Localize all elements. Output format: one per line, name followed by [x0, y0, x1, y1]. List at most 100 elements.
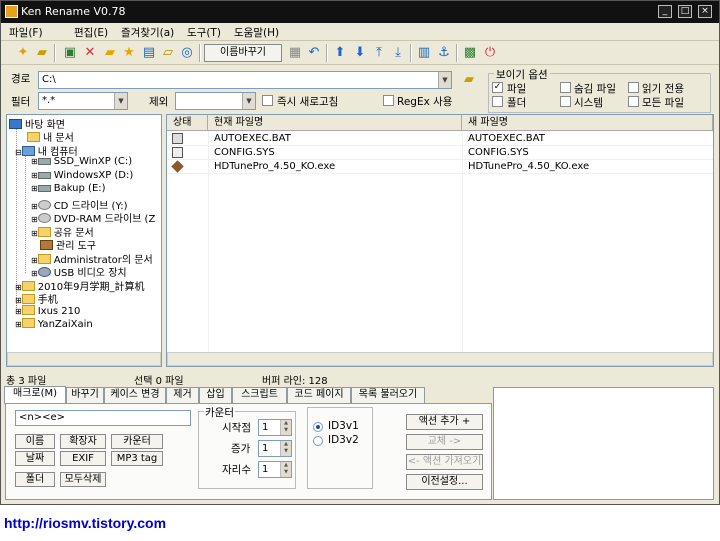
mp3-tag-button[interactable]: MP3 tag [111, 451, 163, 466]
column-status[interactable]: 상태 [167, 115, 208, 131]
previous-settings-button[interactable]: 이전설정... [406, 474, 483, 490]
circle-target-icon[interactable]: ◎ [179, 45, 195, 61]
tab-codepage[interactable]: 코드 페이지 [287, 387, 351, 403]
clear-all-button[interactable]: 모두삭제 [60, 472, 106, 487]
tree-item[interactable]: ⊞ SSD_WinXP (C:) [31, 156, 132, 167]
filter-combo[interactable]: *.* ▼ [38, 92, 128, 110]
instant-refresh-label: 즉시 새로고침 [277, 96, 339, 108]
maximize-icon[interactable]: □ [678, 5, 692, 18]
delete-icon[interactable]: ✕ [82, 45, 98, 61]
tree-item[interactable]: ⊞ WindowsXP (D:) [31, 170, 133, 181]
chevron-down-icon[interactable]: ▼ [438, 72, 451, 88]
menu-file[interactable]: 파일(F) [9, 25, 43, 40]
extension-button[interactable]: 확장자 [60, 434, 106, 449]
replace-action-button[interactable]: 교체 -> [406, 434, 483, 450]
column-current-name[interactable]: 현재 파일명 [208, 115, 462, 131]
counter-start-label: 시작점 [222, 422, 251, 434]
action-list[interactable] [493, 387, 714, 500]
move-down-icon[interactable]: ⬇ [352, 45, 368, 61]
tree-item[interactable]: ⊞ USB 비디오 장치 [31, 264, 127, 279]
show-readonly-label: 읽기 전용 [642, 83, 684, 95]
collapse-icon[interactable]: ⊟ [15, 148, 22, 157]
tree-item[interactable]: ⊞ YanZaiXain [15, 318, 93, 330]
table-row[interactable]: CONFIG.SYS CONFIG.SYS [167, 146, 713, 160]
minimize-icon[interactable]: _ [658, 5, 672, 18]
menu-tools[interactable]: 도구(T) [187, 25, 221, 40]
chevron-down-icon[interactable]: ▼ [242, 93, 255, 109]
columns-icon[interactable]: ▥ [416, 45, 432, 61]
new-folder-icon[interactable]: ✦ [15, 45, 31, 61]
rename-button[interactable]: 이름바꾸기 [204, 44, 282, 62]
id3v2-radio[interactable] [313, 436, 323, 446]
tab-case[interactable]: 케이스 변경 [104, 387, 166, 403]
show-folders-checkbox[interactable] [492, 96, 503, 107]
counter-step-spinner[interactable]: 1 ▲ ▼ [258, 440, 292, 457]
show-readonly-checkbox[interactable] [628, 82, 639, 93]
move-bottom-icon[interactable]: ⤓ [390, 45, 406, 61]
blog-url[interactable]: http://riosmv.tistory.com [4, 515, 166, 531]
show-system-checkbox[interactable] [560, 96, 571, 107]
folder-icon [21, 294, 35, 304]
counter-digits-spinner[interactable]: 1 ▲ ▼ [258, 461, 292, 478]
undo-icon[interactable]: ↶ [306, 45, 322, 61]
excel-icon[interactable]: ▩ [462, 45, 478, 61]
menu-favorites[interactable]: 즐겨찾기(a) [121, 25, 174, 40]
anchor-icon[interactable]: ⚓ [436, 45, 452, 61]
tree-item[interactable]: ⊞ 手机 [15, 291, 58, 306]
exif-button[interactable]: EXIF [60, 451, 106, 466]
tab-macro[interactable]: 매크로(M) [4, 386, 66, 404]
show-hidden-checkbox[interactable] [560, 82, 571, 93]
list-hscrollbar[interactable] [167, 352, 713, 366]
document-icon[interactable]: ▤ [141, 45, 157, 61]
spinner-arrows-icon[interactable]: ▲ ▼ [280, 441, 291, 456]
tree-item[interactable]: ⊞ DVD-RAM 드라이브 (Z [31, 210, 155, 225]
tree-hscrollbar[interactable] [7, 352, 161, 366]
menu-help[interactable]: 도움말(H) [234, 25, 279, 40]
show-files-checkbox[interactable]: ✓ [492, 82, 503, 93]
counter-start-spinner[interactable]: 1 ▲ ▼ [258, 419, 292, 436]
regex-checkbox[interactable] [383, 95, 394, 106]
folder-icon[interactable]: ▰ [102, 45, 118, 61]
date-button[interactable]: 날짜 [15, 451, 55, 466]
tab-script[interactable]: 스크립트 [232, 387, 287, 403]
table-row[interactable]: HDTunePro_4.50_KO.exe HDTunePro_4.50_KO.… [167, 160, 713, 174]
spinner-arrows-icon[interactable]: ▲ ▼ [280, 420, 291, 435]
browse-path-icon[interactable]: ▰ [461, 72, 477, 88]
id3v1-radio[interactable] [313, 422, 323, 432]
tab-remove[interactable]: 제거 [166, 387, 199, 403]
close-icon[interactable]: × [698, 5, 712, 18]
browse-folder-icon[interactable]: ▱ [160, 45, 176, 61]
tree-item[interactable]: 내 문서 [27, 129, 74, 144]
show-all-checkbox[interactable] [628, 96, 639, 107]
menu-edit[interactable]: 편집(E) [74, 25, 108, 40]
spinner-arrows-icon[interactable]: ▲ ▼ [280, 462, 291, 477]
regex-label: RegEx 사용 [397, 96, 453, 108]
tree-item[interactable]: ⊞ Ixus 210 [15, 305, 80, 317]
exclude-combo[interactable]: ▼ [175, 92, 256, 110]
table-row[interactable]: AUTOEXEC.BAT AUTOEXEC.BAT [167, 132, 713, 146]
tab-load-list[interactable]: 목록 불러오기 [351, 387, 425, 403]
copy-icon[interactable]: ▣ [62, 45, 78, 61]
tree-item[interactable]: ⊞ Bakup (E:) [31, 183, 106, 194]
path-combo[interactable]: C:\ ▼ [38, 71, 452, 89]
tab-replace[interactable]: 바꾸기 [66, 387, 104, 403]
column-new-name[interactable]: 새 파일명 [462, 115, 713, 131]
folder-icon [37, 227, 51, 237]
move-top-icon[interactable]: ⤒ [371, 45, 387, 61]
tab-insert[interactable]: 삽입 [199, 387, 232, 403]
open-folder-icon[interactable]: ▰ [34, 45, 50, 61]
counter-button[interactable]: 카운터 [111, 434, 163, 449]
save-icon[interactable]: ▦ [287, 45, 303, 61]
exit-icon[interactable]: ⏻ [482, 45, 498, 61]
tree-item[interactable]: 관리 도구 [40, 237, 96, 252]
favorites-star-icon[interactable]: ★ [121, 45, 137, 61]
instant-refresh-checkbox[interactable] [262, 95, 273, 106]
move-up-icon[interactable]: ⬆ [332, 45, 348, 61]
chevron-down-icon[interactable]: ▼ [114, 93, 127, 109]
status-buffer: 버퍼 라인: 128 [262, 376, 328, 387]
folder-button[interactable]: 폴더 [15, 472, 55, 487]
macro-input[interactable]: <n><e> [15, 410, 191, 426]
name-button[interactable]: 이름 [15, 434, 55, 449]
add-action-button[interactable]: 액션 추가 + [406, 414, 483, 430]
get-action-button[interactable]: <- 액션 가져오기 [406, 454, 483, 470]
